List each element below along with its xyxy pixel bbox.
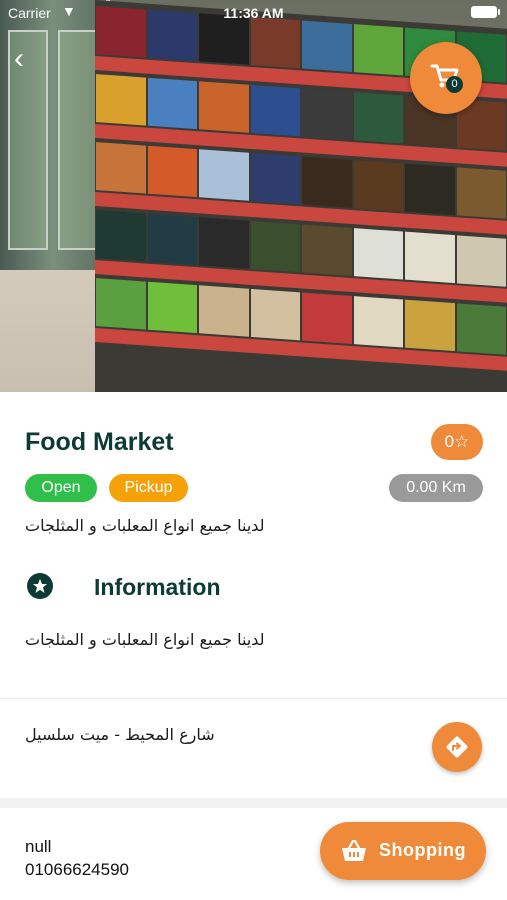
rating-badge[interactable]: 0☆ — [431, 424, 483, 460]
shopping-button[interactable]: Shopping — [320, 822, 486, 880]
shopping-button-label: Shopping — [379, 840, 466, 860]
status-bar: Carrier ▼ 11:36 AM — [0, 0, 507, 26]
star-icon — [27, 573, 53, 599]
cart-button[interactable]: 0 — [410, 42, 482, 114]
information-text: لدينا جميع انواع المعلبات و المثلجات — [25, 630, 265, 649]
distance-badge: 0.00 Km — [389, 474, 483, 502]
contact-name: null — [25, 837, 52, 856]
cart-count-badge: 0 — [446, 76, 463, 93]
contact-phone[interactable]: 01066624590 — [25, 860, 129, 880]
battery-icon — [471, 6, 500, 18]
clock: 11:36 AM — [223, 5, 284, 21]
address-card — [0, 698, 507, 798]
store-name: Food Market — [25, 428, 174, 456]
information-heading: Information — [94, 574, 221, 600]
store-address: شارع المحيط - ميت سلسيل — [25, 725, 215, 744]
back-button[interactable]: ‹ — [14, 42, 48, 76]
directions-icon — [446, 736, 468, 758]
basket-icon — [342, 839, 366, 861]
open-status-tag: Open — [25, 474, 97, 502]
pickup-tag: Pickup — [109, 474, 188, 502]
store-description: لدينا جميع انواع المعلبات و المثلجات — [25, 516, 265, 535]
refrigerator — [0, 0, 110, 270]
chevron-left-icon: ‹ — [14, 42, 24, 75]
directions-button[interactable] — [432, 722, 482, 772]
